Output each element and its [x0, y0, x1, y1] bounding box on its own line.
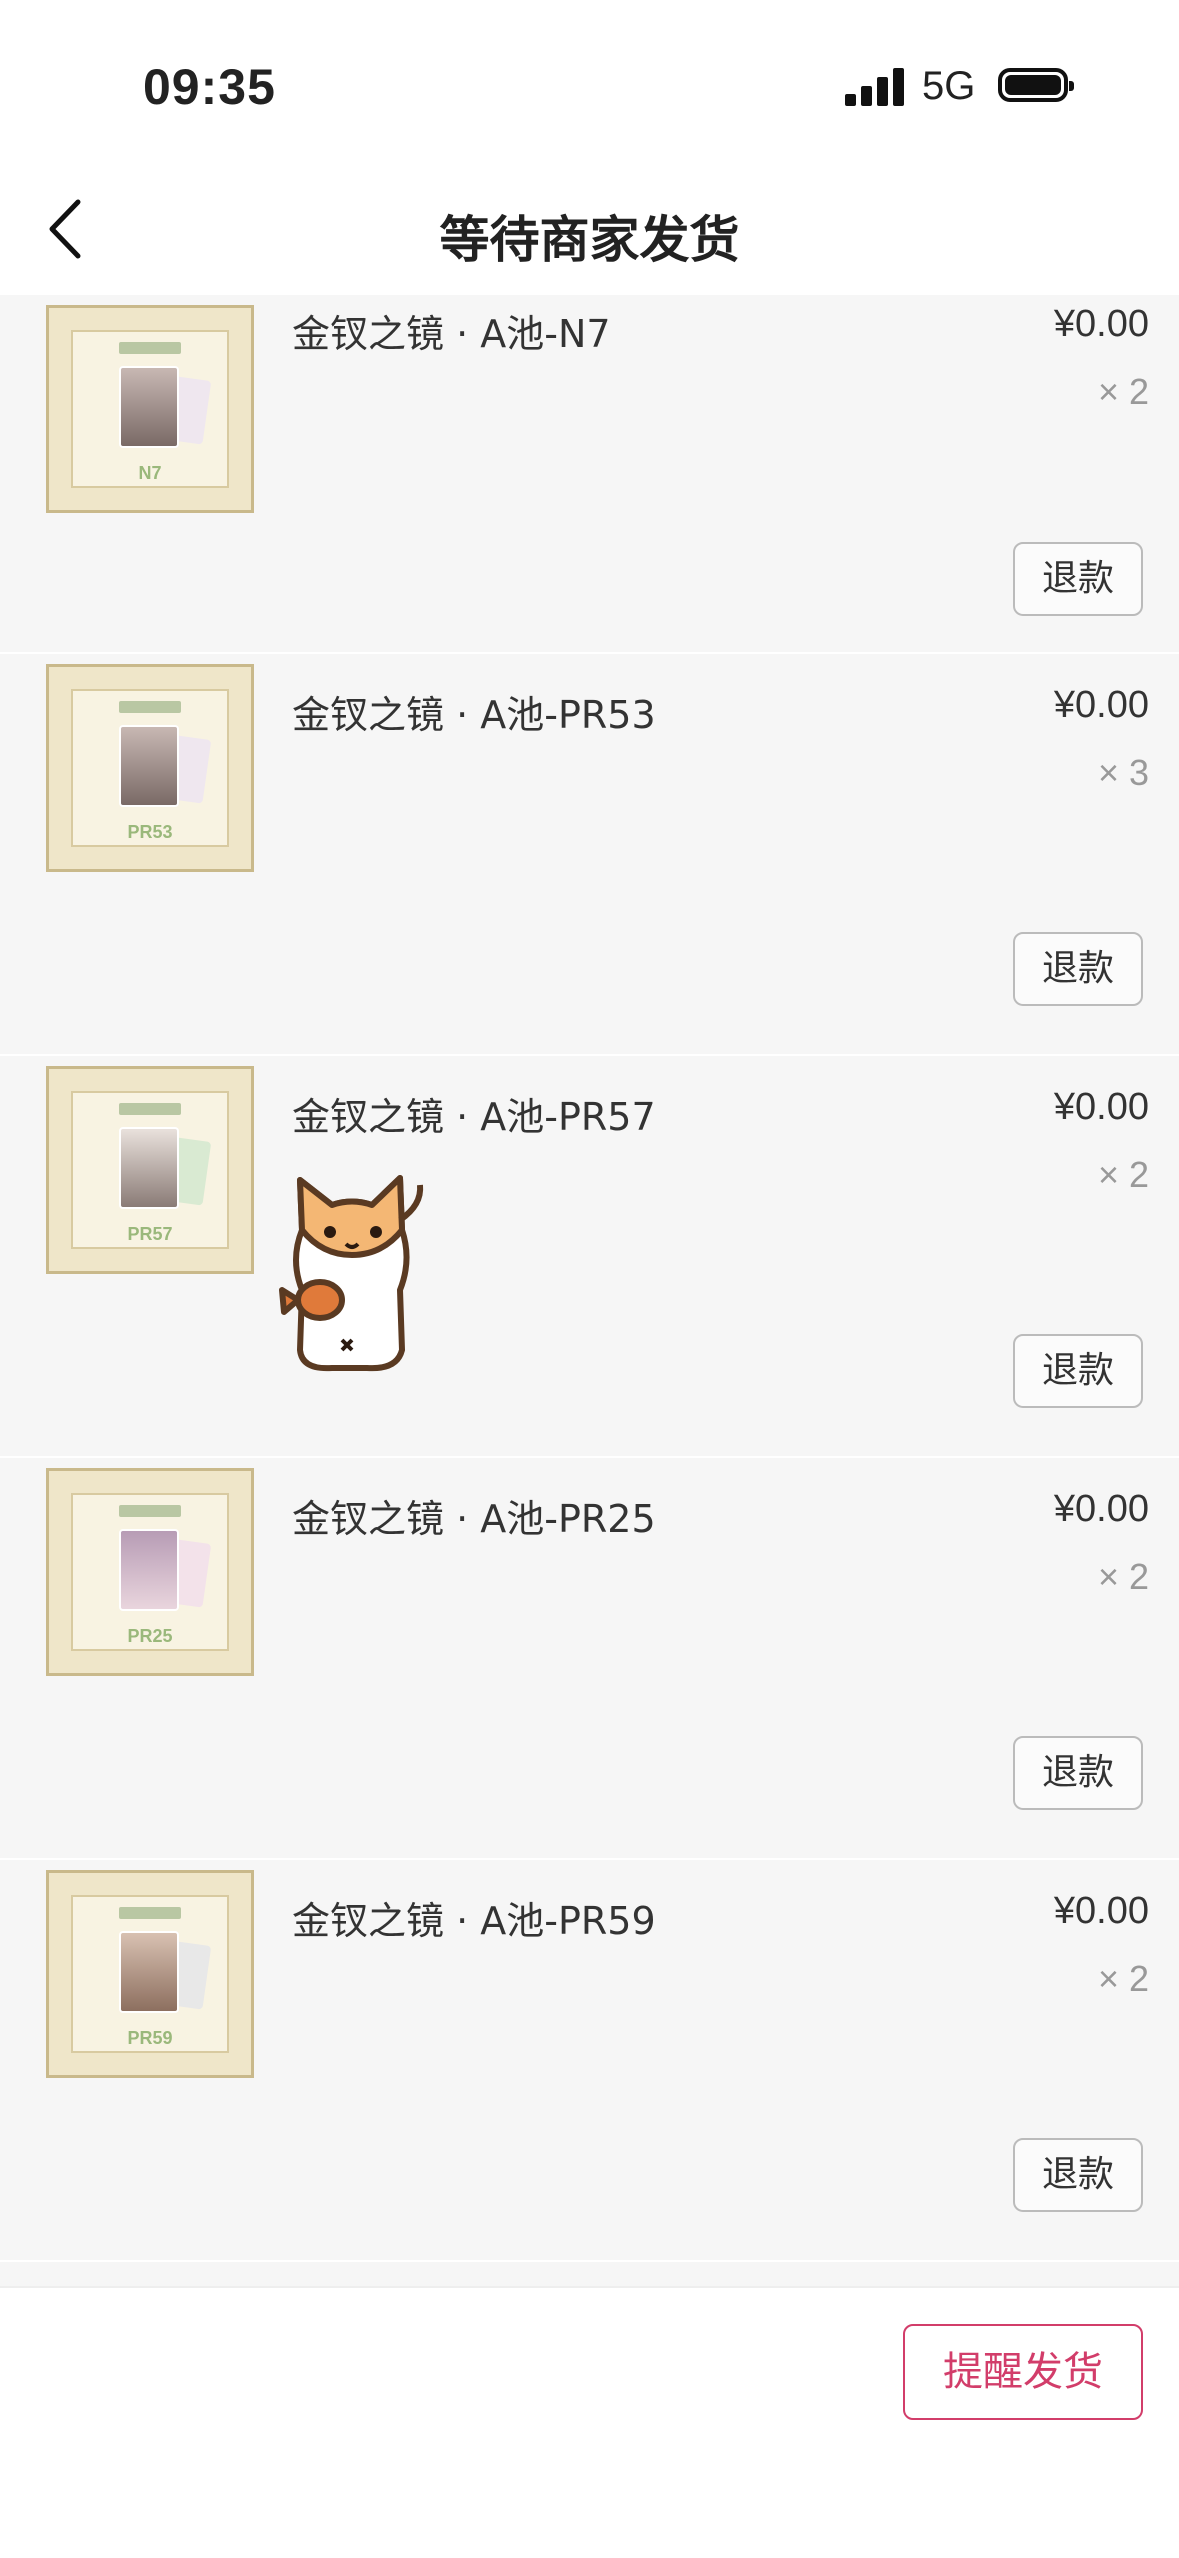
product-code: PR57 [127, 1224, 173, 1244]
product-thumbnail[interactable]: PR59 [46, 1870, 254, 2078]
product-quantity: × 2 [1097, 1958, 1149, 1999]
battery-icon [998, 68, 1074, 102]
product-name: 金钗之镜 · A池-PR53 [292, 693, 656, 737]
page-title: 等待商家发货 [439, 211, 740, 269]
refund-button[interactable]: 退款 [1013, 1334, 1143, 1408]
product-thumbnail[interactable]: PR57 [46, 1066, 254, 1274]
product-quantity: × 3 [1097, 752, 1149, 793]
refund-button[interactable]: 退款 [1013, 932, 1143, 1006]
product-quantity: × 2 [1097, 371, 1149, 412]
product-price: ¥0.00 [1053, 303, 1149, 345]
product-thumbnail[interactable]: PR53 [46, 664, 254, 872]
status-bar: 09:35 5G [0, 0, 1179, 160]
product-name: 金钗之镜 · A池-N7 [292, 312, 611, 356]
product-price: ¥0.00 [1053, 1488, 1149, 1530]
refund-button[interactable]: 退款 [1013, 1736, 1143, 1810]
product-code: PR25 [127, 1626, 173, 1646]
order-item: PR25 金钗之镜 · A池-PR25 ¥0.00 × 2 退款 [0, 1458, 1179, 1860]
product-quantity: × 2 [1097, 1154, 1149, 1195]
product-code: PR59 [127, 2028, 173, 2048]
network-type: 5G [922, 64, 976, 108]
product-quantity: × 2 [1097, 1556, 1149, 1597]
product-name: 金钗之镜 · A池-PR57 [292, 1095, 656, 1139]
bottom-action-bar: 提醒发货 [0, 2286, 1179, 2558]
remind-ship-button[interactable]: 提醒发货 [903, 2324, 1143, 2420]
product-thumbnail[interactable]: N7 [46, 305, 254, 513]
product-code: N7 [138, 463, 162, 483]
nav-bar: 等待商家发货 [0, 160, 1179, 295]
order-item: PR53 金钗之镜 · A池-PR53 ¥0.00 × 3 退款 [0, 654, 1179, 1056]
product-price: ¥0.00 [1053, 1890, 1149, 1932]
product-price: ¥0.00 [1053, 1086, 1149, 1128]
product-code: PR53 [127, 822, 173, 842]
refund-button[interactable]: 退款 [1013, 542, 1143, 616]
product-price: ¥0.00 [1053, 684, 1149, 726]
clock: 09:35 [143, 59, 276, 115]
cat-sticker-icon [279, 1175, 424, 1372]
order-item: N7 金钗之镜 · A池-N7 ¥0.00 × 2 退款 [0, 295, 1179, 654]
order-item: PR59 金钗之镜 · A池-PR59 ¥0.00 × 2 退款 [0, 1860, 1179, 2262]
signal-icon [845, 66, 907, 106]
order-item: PR57 金钗之镜 · A池-PR57 ¥0.00 × 2 退款 [0, 1056, 1179, 1458]
product-thumbnail[interactable]: PR25 [46, 1468, 254, 1676]
order-item-list: N7 金钗之镜 · A池-N7 ¥0.00 × 2 退款 PR53 金钗之镜 ·… [0, 295, 1179, 2262]
refund-button[interactable]: 退款 [1013, 2138, 1143, 2212]
product-name: 金钗之镜 · A池-PR25 [292, 1497, 656, 1541]
product-name: 金钗之镜 · A池-PR59 [292, 1899, 656, 1943]
